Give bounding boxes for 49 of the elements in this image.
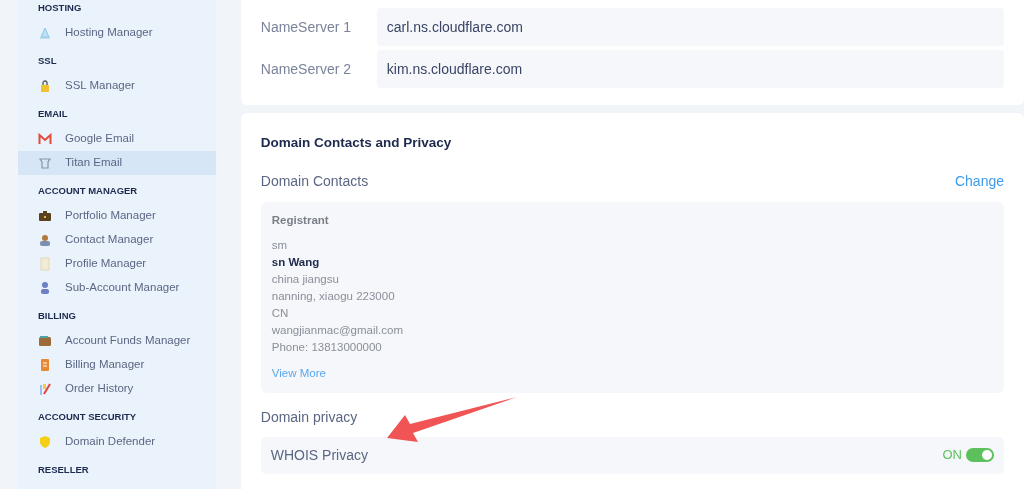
sidebar-item[interactable]: Hosting Manager	[18, 21, 216, 45]
field-label: NameServer 2	[260, 59, 353, 79]
change-link[interactable]: Change	[954, 171, 1004, 193]
section-label: Domain privacy	[260, 407, 359, 427]
field-label: NameServer 1	[260, 17, 353, 37]
section-title: Domain Contacts and Privacy	[260, 134, 453, 152]
sidebar-item[interactable]: Titan Email	[18, 151, 216, 175]
wallet-icon	[38, 334, 52, 348]
nameserver-field[interactable]: carl.ns.cloudflare.com	[376, 8, 1004, 46]
privacy-label: WHOIS Privacy	[270, 445, 368, 465]
sidebar-item[interactable]: Portfolio Manager	[18, 204, 216, 228]
bill-icon	[38, 358, 52, 372]
shield-icon	[38, 435, 52, 449]
section-heading: HOSTING	[37, 1, 83, 15]
sidebar-item[interactable]: Sub-Account Manager	[18, 276, 216, 300]
sidebar-item[interactable]: Contact Manager	[18, 228, 216, 252]
contact-detail: nanning, xiaogu 223000	[271, 288, 396, 304]
person-icon	[38, 233, 52, 247]
section-heading: SSL	[37, 54, 58, 68]
document-icon	[38, 257, 52, 271]
shirt-icon	[38, 156, 52, 170]
user-icon	[38, 281, 52, 295]
lock-icon	[38, 79, 52, 93]
sidebar-item[interactable]: Google Email	[18, 127, 216, 151]
contact-detail: sm	[271, 237, 289, 253]
sidebar-item[interactable]: SSL Manager	[18, 74, 216, 98]
mail-icon	[38, 132, 52, 146]
sidebar-item[interactable]: Billing Manager	[18, 353, 216, 377]
section-heading: RESELLER	[37, 463, 90, 477]
contact-detail: china jiangsu	[271, 271, 340, 287]
toggle-state: ON	[942, 446, 962, 465]
section-heading: BILLING	[37, 309, 77, 323]
nameserver-field[interactable]: kim.ns.cloudflare.com	[376, 50, 1004, 88]
sidebar-item[interactable]: Domain Defender	[18, 430, 216, 454]
section-heading: ACCOUNT SECURITY	[37, 410, 138, 424]
section-heading: ACCOUNT MANAGER	[37, 184, 139, 198]
sidebar-item[interactable]: Account Funds Manager	[18, 329, 216, 353]
registrant-heading: Registrant	[271, 213, 330, 229]
toggle-switch[interactable]	[966, 448, 994, 462]
contact-detail: CN	[271, 305, 290, 321]
contact-detail: wangjianmac@gmail.com	[271, 322, 404, 338]
sidebar-item[interactable]: Order History	[18, 377, 216, 401]
section-heading: EMAIL	[37, 107, 69, 121]
briefcase-icon	[38, 209, 52, 223]
section-label: Domain Contacts	[260, 172, 369, 192]
sidebar-item[interactable]: Profile Manager	[18, 252, 216, 276]
pencil-icon	[38, 382, 52, 396]
contact-name: sn Wang	[271, 254, 321, 270]
contact-detail: Phone: 13813000000	[271, 339, 383, 355]
